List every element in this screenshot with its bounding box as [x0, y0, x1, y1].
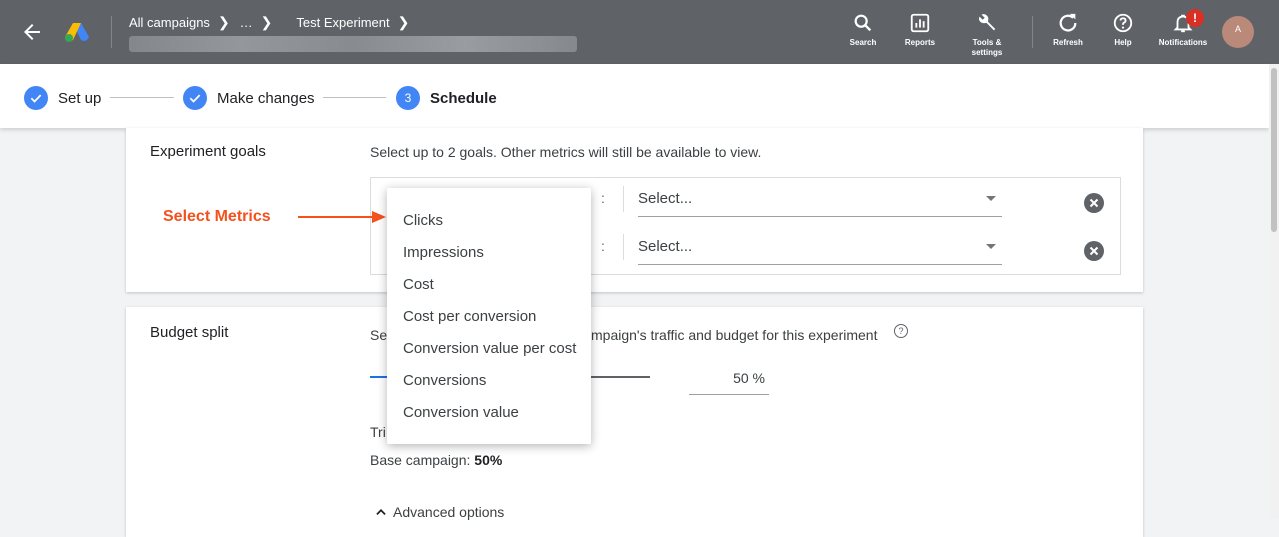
breadcrumb-ellipsis[interactable]: …: [240, 15, 253, 30]
goal-separator: :: [601, 238, 605, 254]
goal-2-metric-select[interactable]: Select...: [638, 228, 1002, 265]
stepper: Set up Make changes 3 Schedule: [0, 64, 1269, 128]
header-divider: [1032, 16, 1033, 48]
trial-split-prefix: Tri: [370, 424, 386, 440]
close-icon: [1089, 246, 1099, 256]
base-campaign-label: Base campaign:: [370, 452, 471, 468]
advanced-options-toggle[interactable]: Advanced options: [374, 504, 504, 520]
search-icon: [854, 14, 872, 32]
top-bar: All campaigns ❯ … ❯ Test Experiment ❯ Se…: [0, 0, 1279, 64]
metric-option-conversions[interactable]: Conversions: [403, 372, 486, 389]
refresh-icon: [1059, 13, 1077, 32]
chevron-up-icon: [376, 509, 386, 515]
header-divider: [111, 16, 112, 48]
help-label: Help: [1114, 38, 1132, 47]
chevron-right-icon: ❯: [260, 14, 273, 30]
step-label: Schedule: [430, 89, 497, 107]
step-label: Make changes: [217, 89, 315, 107]
base-campaign-value: 50%: [474, 452, 503, 468]
step-label: Set up: [58, 89, 102, 107]
goal-1-metric-select[interactable]: Select...: [638, 180, 1002, 217]
goal-separator: :: [601, 190, 605, 206]
notifications-label: Notifications: [1158, 38, 1208, 47]
reports-button[interactable]: Reports: [894, 12, 946, 64]
step-make-changes[interactable]: Make changes: [183, 86, 315, 110]
redacted-campaign-name: [129, 36, 577, 52]
select-placeholder: Select...: [638, 238, 693, 255]
budget-split-title: Budget split: [150, 324, 229, 341]
wrench-icon: [979, 14, 996, 31]
metric-option-clicks[interactable]: Clicks: [403, 212, 443, 229]
experiment-goals-description: Select up to 2 goals. Other metrics will…: [370, 144, 762, 160]
step-number: 3: [396, 86, 420, 110]
help-circle-icon[interactable]: ?: [894, 324, 908, 338]
checkmark-icon: [183, 86, 207, 110]
checkmark-icon: [24, 86, 48, 110]
budget-percent-value: 50 %: [733, 370, 765, 386]
help-icon: [1113, 13, 1133, 33]
metric-option-cost[interactable]: Cost: [403, 276, 434, 293]
metrics-dropdown-menu: Clicks Impressions Cost Cost per convers…: [387, 188, 591, 444]
step-schedule[interactable]: 3 Schedule: [396, 86, 497, 110]
budget-desc-suffix: mpaign's traffic and budget for this exp…: [591, 327, 878, 343]
step-connector: [323, 97, 386, 98]
chevron-right-icon: ❯: [217, 14, 230, 30]
notification-badge: !: [1186, 9, 1204, 27]
experiment-goals-title: Experiment goals: [150, 143, 266, 160]
budget-percent-input[interactable]: 50 %: [689, 368, 769, 395]
avatar[interactable]: A: [1222, 16, 1254, 48]
budget-split-card: Budget split Se mpaign's traffic and bud…: [126, 307, 1143, 537]
reports-icon: [910, 13, 930, 33]
google-ads-logo[interactable]: [64, 21, 90, 43]
goal-divider: [623, 234, 624, 260]
goal-divider: [623, 186, 624, 212]
advanced-options-label: Advanced options: [393, 504, 505, 520]
page-scrollbar[interactable]: [1269, 64, 1279, 519]
experiment-goals-card: Experiment goals Select up to 2 goals. O…: [126, 128, 1143, 292]
base-campaign-split: Base campaign: 50%: [370, 452, 502, 468]
breadcrumb: All campaigns ❯ … ❯ Test Experiment ❯: [129, 14, 419, 31]
reports-label: Reports: [904, 38, 936, 47]
annotation-label: Select Metrics: [163, 208, 271, 225]
dropdown-caret-icon: [986, 196, 996, 201]
remove-goal-2-button[interactable]: [1084, 241, 1104, 261]
step-connector: [110, 97, 174, 98]
breadcrumb-all-campaigns[interactable]: All campaigns: [129, 15, 210, 30]
refresh-label: Refresh: [1053, 38, 1083, 47]
chevron-right-icon: ❯: [397, 14, 410, 30]
select-placeholder: Select...: [638, 190, 693, 207]
back-arrow-icon[interactable]: [20, 20, 44, 44]
refresh-button[interactable]: Refresh: [1042, 12, 1094, 64]
help-button[interactable]: Help: [1097, 12, 1149, 64]
metric-option-conversion-value[interactable]: Conversion value: [403, 404, 519, 421]
metric-option-conversion-value-per-cost[interactable]: Conversion value per cost: [403, 340, 576, 357]
tools-settings-label: Tools & settings: [971, 38, 1003, 57]
metric-option-impressions[interactable]: Impressions: [403, 244, 484, 261]
search-button[interactable]: Search: [837, 12, 889, 64]
remove-goal-1-button[interactable]: [1084, 193, 1104, 213]
budget-slider-track[interactable]: [590, 376, 650, 378]
tools-settings-button[interactable]: Tools & settings: [961, 12, 1013, 64]
scrollbar-thumb[interactable]: [1271, 68, 1277, 232]
budget-desc-prefix: Se: [370, 327, 388, 343]
dropdown-caret-icon: [986, 244, 996, 249]
search-label: Search: [849, 38, 877, 47]
step-set-up[interactable]: Set up: [24, 86, 101, 110]
metric-option-cost-per-conversion[interactable]: Cost per conversion: [403, 308, 536, 325]
breadcrumb-test-experiment[interactable]: Test Experiment: [296, 15, 389, 30]
close-icon: [1089, 198, 1099, 208]
annotation-arrow-icon: [298, 211, 386, 223]
